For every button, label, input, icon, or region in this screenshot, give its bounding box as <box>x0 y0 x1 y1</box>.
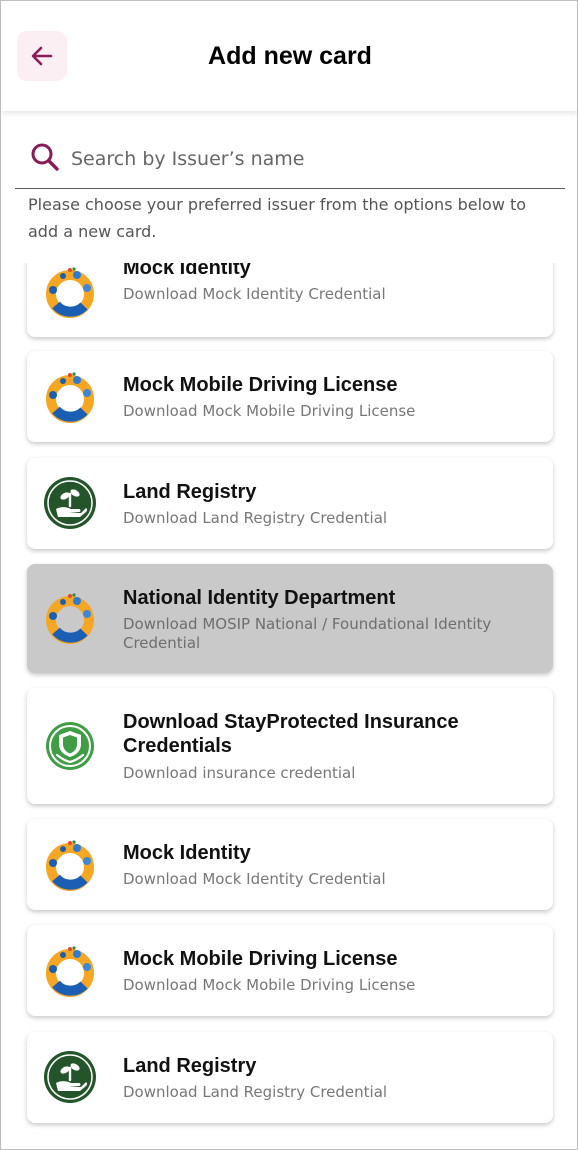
issuer-card[interactable]: Mock Identity Download Mock Identity Cre… <box>27 819 553 910</box>
issuer-title: National Identity Department <box>123 587 396 609</box>
mosip-ring-logo <box>46 372 94 423</box>
issuer-title: Mock Mobile Driving License <box>123 948 398 970</box>
issuer-subtitle: Download Mock Mobile Driving License <box>123 402 416 420</box>
issuer-card[interactable]: National Identity Department Download MO… <box>27 564 553 673</box>
land-registry-logo <box>44 477 96 529</box>
mosip-ring-logo <box>46 946 94 997</box>
search-icon <box>31 143 59 171</box>
issuer-subtitle: Download Land Registry Credential <box>123 509 388 527</box>
issuer-card[interactable]: Mock Mobile Driving License Download Moc… <box>27 351 553 442</box>
issuer-subtitle: Download Mock Mobile Driving License <box>123 976 416 994</box>
app-header: Add new card <box>1 1 577 111</box>
issuer-card[interactable]: Mock Identity Download Mock Identity Cre… <box>27 263 553 337</box>
issuer-card[interactable]: Land Registry Download Land Registry Cre… <box>27 458 553 549</box>
issuer-title: Mock Mobile Driving License <box>123 374 398 396</box>
issuer-subtitle: Download Land Registry Credential <box>123 1083 388 1101</box>
issuer-card[interactable]: Download StayProtected Insurance Credent… <box>27 688 553 804</box>
instruction-text: Please choose your preferred issuer from… <box>28 195 527 241</box>
mosip-ring-logo <box>46 593 94 644</box>
issuer-list[interactable]: Mock Identity Download Mock Identity Cre… <box>1 263 577 1149</box>
land-registry-logo <box>44 1051 96 1103</box>
issuer-title: Land Registry <box>123 1055 257 1077</box>
mosip-ring-logo <box>46 267 94 318</box>
issuer-subtitle: Download insurance credential <box>123 764 356 782</box>
issuer-subtitle: Download Mock Identity Credential <box>123 870 386 888</box>
mosip-ring-logo <box>46 840 94 891</box>
screen: Add new card Please choose your preferre… <box>0 0 578 1150</box>
search-bar[interactable] <box>15 133 565 189</box>
issuer-card[interactable]: Mock Mobile Driving License Download Moc… <box>27 925 553 1016</box>
issuer-subtitle: Download Mock Identity Credential <box>123 285 386 303</box>
page-title: Add new card <box>208 42 372 70</box>
issuer-title: Mock Identity <box>123 263 251 279</box>
issuer-title: Download StayProtected Insurance Credent… <box>123 711 459 757</box>
issuer-card[interactable]: Land Registry Download Land Registry Cre… <box>27 1032 553 1123</box>
issuer-subtitle: Download MOSIP National / Foundational I… <box>123 615 492 652</box>
issuer-title: Land Registry <box>123 481 257 503</box>
insurance-shield-logo <box>46 722 94 770</box>
search-input[interactable] <box>71 141 541 177</box>
issuer-title: Mock Identity <box>123 842 251 864</box>
